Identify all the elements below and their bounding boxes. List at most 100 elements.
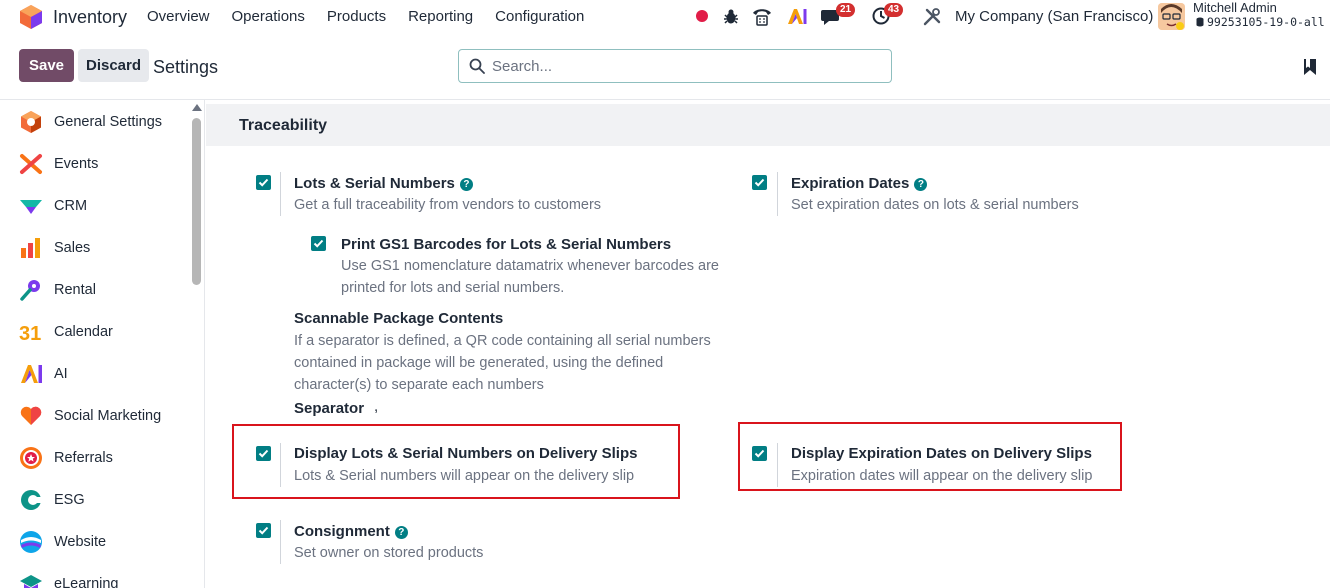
messages-badge: 21 <box>836 3 856 17</box>
social-marketing-icon <box>20 406 42 425</box>
sidebar-item-social-marketing[interactable]: Social Marketing <box>19 401 189 431</box>
database-name: 99253105-19-0-all <box>1207 15 1325 29</box>
sidebar-item-rental[interactable]: Rental <box>19 275 189 305</box>
search-icon <box>469 58 485 74</box>
menu-configuration[interactable]: Configuration <box>495 8 584 25</box>
sidebar-item-label: Social Marketing <box>54 408 162 424</box>
help-icon[interactable]: ? <box>459 178 473 191</box>
sidebar-item-esg[interactable]: ESG <box>19 485 189 515</box>
gs1-barcodes-description-line1: Use GS1 nomenclature datamatrix whenever… <box>341 258 719 274</box>
ai-icon[interactable] <box>787 8 807 25</box>
user-face-icon <box>1158 3 1185 30</box>
help-icon[interactable]: ? <box>914 178 928 191</box>
sidebar-item-referrals[interactable]: Referrals <box>19 443 189 473</box>
menu-products[interactable]: Products <box>327 8 386 25</box>
phone-icon[interactable] <box>752 7 772 26</box>
sidebar-item-website[interactable]: Website <box>19 527 189 557</box>
sidebar-item-label: AI <box>54 366 68 382</box>
user-name[interactable]: Mitchell Admin <box>1193 0 1277 15</box>
sidebar-item-ai[interactable]: AI <box>19 359 189 389</box>
sidebar-item-label: Sales <box>54 240 91 256</box>
bookmark-icon[interactable] <box>1303 58 1317 76</box>
sidebar-item-label: Referrals <box>54 450 113 466</box>
separator-label: Separator <box>294 400 365 417</box>
main-menu: Overview Operations Products Reporting C… <box>147 8 584 25</box>
expiration-dates-checkbox[interactable] <box>752 175 767 190</box>
lots-serial-label: Lots & Serial Numbers <box>294 175 455 192</box>
section-header: Traceability <box>206 104 1330 146</box>
display-lots-checkbox[interactable] <box>256 446 271 461</box>
record-icon[interactable] <box>695 9 709 23</box>
sidebar-item-label: ESG <box>54 492 85 508</box>
setting-divider <box>777 443 778 487</box>
gs1-barcodes-checkbox[interactable] <box>311 236 326 251</box>
separator-input[interactable]: , <box>374 398 378 415</box>
expiration-dates-label: Expiration Dates <box>791 175 910 192</box>
sidebar-item-events[interactable]: Events <box>19 149 189 179</box>
menu-overview[interactable]: Overview <box>147 8 210 25</box>
save-button[interactable]: Save <box>19 49 74 82</box>
events-icon <box>20 154 42 174</box>
setting-divider <box>280 172 281 216</box>
scrollbar-thumb[interactable] <box>192 118 201 285</box>
calendar-icon-number: 31 <box>19 323 41 344</box>
search-input[interactable] <box>492 56 872 76</box>
menu-reporting[interactable]: Reporting <box>408 8 473 25</box>
sidebar-item-calendar[interactable]: 31 Calendar <box>19 317 189 347</box>
sidebar-item-general-settings[interactable]: General Settings <box>19 107 189 137</box>
tools-icon[interactable] <box>923 8 941 26</box>
check-icon <box>754 449 765 458</box>
setting-divider <box>280 443 281 487</box>
check-icon <box>258 449 269 458</box>
consignment-title: Consignment? <box>294 523 408 540</box>
scannable-package-description-line2: contained in package will be generated, … <box>294 355 664 371</box>
display-expiration-checkbox[interactable] <box>752 446 767 461</box>
company-switcher[interactable]: My Company (San Francisco) <box>955 8 1153 25</box>
check-icon <box>313 239 324 248</box>
crm-icon <box>20 200 42 214</box>
expiration-dates-title: Expiration Dates? <box>791 175 928 192</box>
expiration-dates-description: Set expiration dates on lots & serial nu… <box>791 197 1079 213</box>
sidebar-item-crm[interactable]: CRM <box>19 191 189 221</box>
elearning-icon <box>20 575 42 588</box>
display-lots-description: Lots & Serial numbers will appear on the… <box>294 468 635 484</box>
gs1-barcodes-title: Print GS1 Barcodes for Lots & Serial Num… <box>341 236 672 253</box>
menu-operations[interactable]: Operations <box>232 8 305 25</box>
search-box[interactable] <box>458 49 892 83</box>
sidebar-item-label: eLearning <box>54 576 119 588</box>
sidebar-item-label: Rental <box>54 282 96 298</box>
consignment-description: Set owner on stored products <box>294 545 484 561</box>
setting-divider <box>777 172 778 216</box>
bug-icon[interactable] <box>723 8 739 25</box>
user-avatar[interactable] <box>1158 3 1185 30</box>
consignment-checkbox[interactable] <box>256 523 271 538</box>
consignment-label: Consignment <box>294 523 390 540</box>
sidebar-item-label: Calendar <box>54 324 113 340</box>
scannable-package-title: Scannable Package Contents <box>294 310 504 327</box>
lots-serial-title: Lots & Serial Numbers? <box>294 175 473 192</box>
help-icon[interactable]: ? <box>394 526 408 539</box>
check-icon <box>258 178 269 187</box>
rental-icon <box>20 280 40 301</box>
check-icon <box>258 526 269 535</box>
discard-button[interactable]: Discard <box>78 49 149 82</box>
sidebar-item-sales[interactable]: Sales <box>19 233 189 263</box>
scroll-up-arrow-icon[interactable] <box>192 104 202 111</box>
database-icon <box>1196 17 1204 27</box>
website-icon <box>20 531 42 553</box>
sidebar-item-elearning[interactable]: eLearning <box>19 569 189 588</box>
scannable-package-description-line3: character(s) to separate each numbers <box>294 377 544 393</box>
calendar-icon: 31 <box>19 323 41 344</box>
sidebar-item-label: Website <box>54 534 107 550</box>
app-name[interactable]: Inventory <box>53 7 127 28</box>
lots-serial-description: Get a full traceability from vendors to … <box>294 197 602 213</box>
inventory-app-icon[interactable] <box>20 5 42 29</box>
section-title: Traceability <box>239 117 328 134</box>
sidebar-item-label: General Settings <box>54 114 163 130</box>
activity-badge: 43 <box>884 3 904 17</box>
sidebar-scrollbar[interactable] <box>191 100 202 588</box>
lots-serial-checkbox[interactable] <box>256 175 271 190</box>
display-expiration-description: Expiration dates will appear on the deli… <box>791 468 1093 484</box>
setting-divider <box>280 520 281 564</box>
scannable-package-description-line1: If a separator is defined, a QR code con… <box>294 333 711 349</box>
